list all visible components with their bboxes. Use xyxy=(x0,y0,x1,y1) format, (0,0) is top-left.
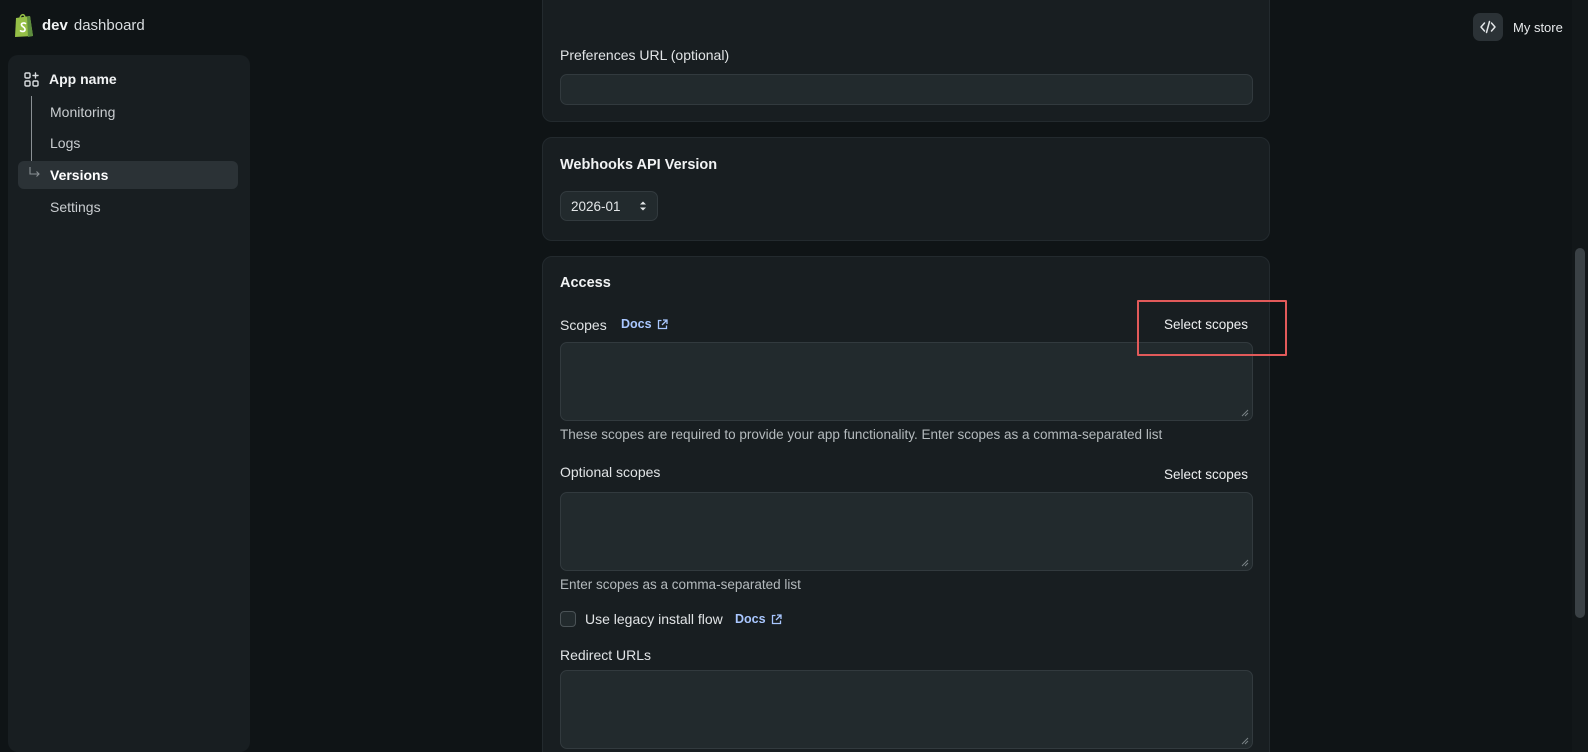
docs-link-label: Docs xyxy=(735,612,766,626)
sidebar-app-name[interactable]: App name xyxy=(24,71,117,87)
sidebar-item-versions[interactable]: Versions xyxy=(18,161,238,189)
brand-dev-text: dev xyxy=(42,16,68,34)
resize-handle-icon[interactable] xyxy=(1241,409,1249,417)
webhooks-title: Webhooks API Version xyxy=(560,157,718,173)
preferences-card: Preferences URL (optional) xyxy=(542,0,1270,122)
code-icon xyxy=(1473,13,1503,41)
brand-dashboard-text: dashboard xyxy=(73,16,145,34)
optional-scopes-textarea[interactable] xyxy=(560,492,1253,571)
resize-handle-icon[interactable] xyxy=(1241,559,1249,567)
apps-icon xyxy=(24,71,39,87)
sidebar-item-label: Versions xyxy=(50,167,109,183)
tree-branch-arrow-icon xyxy=(29,167,40,177)
shopify-bag-icon xyxy=(15,13,33,37)
scopes-label: Scopes xyxy=(560,317,607,333)
legacy-docs-link[interactable]: Docs xyxy=(735,612,782,626)
sidebar: App name Monitoring Logs Versions Settin… xyxy=(8,55,250,752)
docs-link-label: Docs xyxy=(621,317,652,331)
legacy-install-label[interactable]: Use legacy install flow xyxy=(585,611,723,627)
webhooks-version-select[interactable]: 2026-01 xyxy=(560,191,658,221)
scopes-help-text: These scopes are required to provide you… xyxy=(560,427,1163,442)
optional-scopes-label: Optional scopes xyxy=(560,464,661,480)
sidebar-item-label: Logs xyxy=(50,135,81,151)
preferences-url-label: Preferences URL (optional) xyxy=(560,47,730,63)
legacy-install-checkbox[interactable] xyxy=(560,611,576,627)
sidebar-item-monitoring[interactable]: Monitoring xyxy=(18,98,238,126)
access-title: Access xyxy=(560,275,611,291)
external-link-icon xyxy=(771,613,782,624)
redirect-urls-label: Redirect URLs xyxy=(560,647,652,663)
selected-version: 2026-01 xyxy=(571,198,621,214)
sidebar-item-label: Monitoring xyxy=(50,104,116,120)
preferences-url-input[interactable] xyxy=(560,74,1253,105)
select-caret-icon xyxy=(640,201,646,211)
optional-select-scopes-button[interactable]: Select scopes xyxy=(1164,467,1248,482)
sidebar-item-label: Settings xyxy=(50,199,101,215)
sidebar-item-settings[interactable]: Settings xyxy=(18,193,238,221)
my-store-label: My store xyxy=(1513,19,1563,35)
brand[interactable]: dev dashboard xyxy=(12,12,145,38)
webhooks-card: Webhooks API Version 2026-01 xyxy=(542,137,1270,241)
app-name-label: App name xyxy=(49,71,117,87)
optional-scopes-help-text: Enter scopes as a comma-separated list xyxy=(560,577,801,592)
external-link-icon xyxy=(657,318,668,329)
scopes-docs-link[interactable]: Docs xyxy=(621,317,668,331)
highlight-box xyxy=(1137,300,1287,356)
sidebar-item-logs[interactable]: Logs xyxy=(18,129,238,157)
scrollbar-thumb[interactable] xyxy=(1575,248,1585,618)
redirect-urls-textarea[interactable] xyxy=(560,670,1253,749)
my-store-button[interactable]: My store xyxy=(1473,12,1573,42)
resize-handle-icon[interactable] xyxy=(1241,737,1249,745)
